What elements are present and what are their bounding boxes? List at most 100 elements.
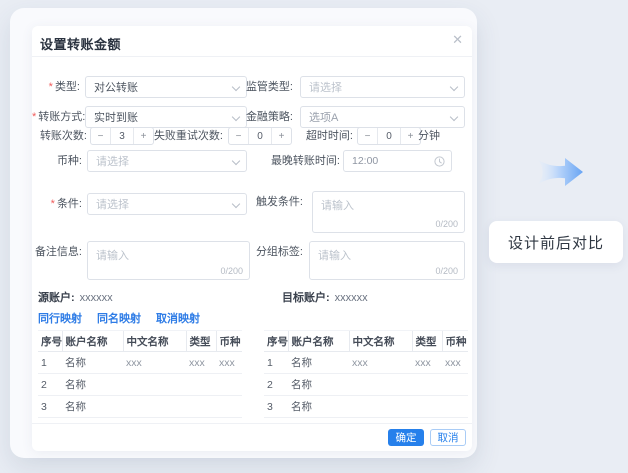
timeout-label: 超时时间: <box>298 127 353 145</box>
col-header: 序号 <box>264 331 288 352</box>
group-tag-label: 分组标签: <box>237 241 303 263</box>
close-icon[interactable]: ✕ <box>452 33 463 46</box>
target-account-table: 序号 账户名称 中文名称 类型 币种 1 名称 xxx xxx xxx 2 名称 <box>264 330 468 418</box>
financial-strategy-label: 金融策略: <box>222 106 293 128</box>
retry-count-stepper: − 0 + <box>228 127 292 145</box>
arrow-right-icon <box>537 151 584 193</box>
char-counter: 0/200 <box>435 219 458 229</box>
transfer-count-label: 转账次数: <box>32 127 87 145</box>
remark-textarea[interactable]: 请输入 0/200 <box>87 241 250 280</box>
table-row: 2 名称 <box>38 374 242 396</box>
remark-placeholder: 请输入 <box>96 247 129 263</box>
footer-divider <box>32 423 472 424</box>
cell-type <box>186 374 216 396</box>
group-tag-placeholder: 请输入 <box>318 247 351 263</box>
cell-type: xxx <box>412 352 442 374</box>
target-account-label: 目标账户: <box>282 292 330 304</box>
condition-select[interactable]: 请选择 <box>87 193 247 215</box>
header-divider <box>32 56 472 57</box>
chevron-down-icon <box>232 157 240 165</box>
minus-button[interactable]: − <box>358 128 377 144</box>
cell-cn-name <box>349 396 412 418</box>
same-name-mapping-link[interactable]: 同名映射 <box>97 310 141 326</box>
minus-button[interactable]: − <box>91 128 110 144</box>
financial-strategy-select[interactable]: 选项A <box>300 106 465 128</box>
timeout-value[interactable]: 0 <box>377 128 401 144</box>
confirm-button[interactable]: 确定 <box>388 429 424 446</box>
clock-icon <box>434 156 445 167</box>
plus-button[interactable]: + <box>272 128 291 144</box>
required-mark: * <box>32 111 36 123</box>
remark-label: 备注信息: <box>32 241 82 263</box>
table-row: 1 名称 xxx xxx xxx <box>264 352 468 374</box>
col-header: 中文名称 <box>349 331 412 352</box>
source-account-table: 序号 账户名称 中文名称 类型 币种 1 名称 xxx xxx xxx 2 名称 <box>38 330 242 418</box>
mapping-links: 同行映射 同名映射 取消映射 <box>38 310 200 326</box>
col-header: 类型 <box>186 331 216 352</box>
design-canvas-card: 设置转账金额 ✕ *类型: 对公转账 监管类型: 请选择 *转账方式: 实时到账… <box>10 8 477 458</box>
cell-index: 3 <box>264 396 288 418</box>
char-counter: 0/200 <box>220 266 243 276</box>
table-header-row: 序号 账户名称 中文名称 类型 币种 <box>38 331 242 352</box>
group-tag-textarea[interactable]: 请输入 0/200 <box>309 241 465 280</box>
transfer-amount-dialog: 设置转账金额 ✕ *类型: 对公转账 监管类型: 请选择 *转账方式: 实时到账… <box>32 26 472 451</box>
cell-account-name: 名称 <box>62 374 123 396</box>
col-header: 币种 <box>442 331 468 352</box>
cell-currency <box>442 374 468 396</box>
cell-type <box>186 396 216 418</box>
col-header: 账户名称 <box>62 331 123 352</box>
cell-account-name: 名称 <box>288 374 349 396</box>
cancel-mapping-link[interactable]: 取消映射 <box>156 310 200 326</box>
col-header: 类型 <box>412 331 442 352</box>
trigger-condition-textarea[interactable]: 请输入 0/200 <box>312 191 465 233</box>
currency-select[interactable]: 请选择 <box>87 150 247 172</box>
design-comparison-caption: 设计前后对比 <box>489 221 623 263</box>
cell-cn-name <box>123 396 186 418</box>
latest-transfer-time-input[interactable]: 12:00 <box>343 150 452 172</box>
cancel-button[interactable]: 取消 <box>430 429 466 446</box>
peer-mapping-link[interactable]: 同行映射 <box>38 310 82 326</box>
table-row: 1 名称 xxx xxx xxx <box>38 352 242 374</box>
table-row: 3 名称 <box>264 396 468 418</box>
cell-index: 2 <box>38 374 62 396</box>
cell-account-name: 名称 <box>62 352 123 374</box>
required-mark: * <box>49 81 53 93</box>
minus-button[interactable]: − <box>229 128 248 144</box>
cell-type <box>412 396 442 418</box>
char-counter: 0/200 <box>435 266 458 276</box>
dialog-title: 设置转账金额 <box>40 34 121 53</box>
regulatory-type-select[interactable]: 请选择 <box>300 76 465 98</box>
transfer-method-value: 实时到账 <box>94 109 138 125</box>
cell-index: 1 <box>264 352 288 374</box>
cell-currency <box>216 374 242 396</box>
regulatory-type-label: 监管类型: <box>222 76 293 98</box>
col-header: 中文名称 <box>123 331 186 352</box>
cell-cn-name: xxx <box>349 352 412 374</box>
condition-label: *条件: <box>32 193 82 215</box>
chevron-down-icon <box>450 113 458 121</box>
latest-transfer-time-label: 最晚转账时间: <box>252 150 340 172</box>
source-account: 源账户:xxxxxx <box>38 289 113 305</box>
latest-transfer-time-value: 12:00 <box>352 155 378 167</box>
trigger-condition-label: 触发条件: <box>237 191 303 213</box>
chevron-down-icon <box>450 83 458 91</box>
target-account-value: xxxxxx <box>335 292 368 304</box>
cell-type: xxx <box>186 352 216 374</box>
cell-type <box>412 374 442 396</box>
table-row: 2 名称 <box>264 374 468 396</box>
cell-index: 1 <box>38 352 62 374</box>
target-account: 目标账户: xxxxxx <box>282 289 368 305</box>
financial-strategy-value: 选项A <box>309 109 338 125</box>
retry-count-value[interactable]: 0 <box>248 128 272 144</box>
currency-label: 币种: <box>32 150 82 172</box>
col-header: 账户名称 <box>288 331 349 352</box>
cell-currency <box>216 396 242 418</box>
cell-cn-name: xxx <box>123 352 186 374</box>
transfer-count-value[interactable]: 3 <box>110 128 134 144</box>
cell-account-name: 名称 <box>288 396 349 418</box>
source-account-value: xxxxxx <box>80 292 113 304</box>
type-label: *类型: <box>32 76 80 98</box>
cell-currency <box>442 396 468 418</box>
trigger-condition-placeholder: 请输入 <box>321 197 354 213</box>
col-header: 序号 <box>38 331 62 352</box>
